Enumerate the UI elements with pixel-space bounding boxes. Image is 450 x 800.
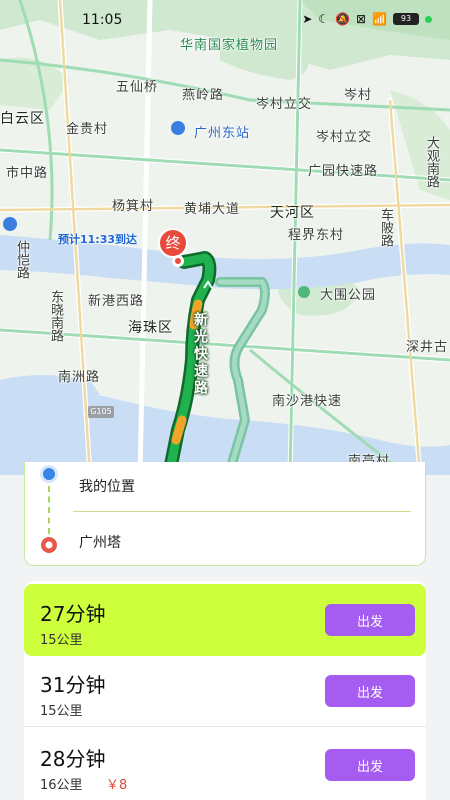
- active-dot-icon: [425, 15, 432, 23]
- map-place-label: 大围公园: [320, 288, 377, 303]
- option-duration: 28分钟: [40, 747, 106, 771]
- option-distance: 16公里: [40, 778, 83, 793]
- destination-end-marker[interactable]: 终: [158, 228, 188, 258]
- option-toll-price: ￥8: [106, 778, 128, 793]
- option-duration: 31分钟: [40, 673, 106, 697]
- origin-field[interactable]: 我的位置: [79, 476, 135, 496]
- eta-label: 预计11:33到达: [58, 233, 138, 246]
- map-place-label: 南洲路: [58, 370, 101, 385]
- route-options-list: 27分钟 15公里 出发 31分钟 15公里 出发 28分钟 16公里 ￥8 出…: [24, 581, 426, 800]
- end-marker-label: 终: [165, 234, 181, 252]
- moon-icon: ☾: [318, 12, 330, 26]
- option-distance: 15公里: [40, 633, 83, 648]
- map-place-label: 新港西路: [88, 294, 145, 309]
- origin-location-icon: [40, 465, 58, 483]
- route-input-card: 我的位置 广州塔: [24, 462, 426, 566]
- status-bar: 11:05 ➤ ☾ 🔕 ⊠ 📶 93: [0, 0, 450, 40]
- route-option-1[interactable]: 27分钟 15公里 出发: [24, 584, 426, 656]
- map-place-label: 黄埔大道: [184, 202, 241, 217]
- route-option-3[interactable]: 28分钟 16公里 ￥8 出发: [24, 729, 426, 800]
- highway-shield: G105: [90, 407, 112, 416]
- map-road-label: 大观南路: [424, 136, 439, 188]
- destination-field[interactable]: 广州塔: [79, 532, 121, 552]
- map-place-label: 杨箕村: [112, 199, 155, 214]
- map-place-label: 市中路: [6, 166, 49, 181]
- route-dashed-connector: [48, 486, 50, 534]
- map-place-label: 金贵村: [66, 122, 109, 137]
- map-place-label: 岑村立交: [256, 97, 313, 112]
- map-road-label: 仲恺路: [14, 240, 29, 279]
- status-time: 11:05: [82, 12, 123, 28]
- map-road-label: 车陂路: [378, 208, 393, 247]
- map-place-label: 白云区: [0, 111, 45, 127]
- map-place-label: 程界东村: [288, 228, 345, 243]
- route-road-label: 新光快速路: [192, 312, 208, 397]
- map-place-label: 广州东站: [194, 126, 251, 141]
- map-place-label: 岑村: [344, 88, 373, 103]
- route-option-2[interactable]: 31分钟 15公里 出发: [24, 655, 426, 727]
- map-view[interactable]: 华南国家植物园 五仙桥 燕岭路 岑村立交 岑村 白云区 金贵村 广州东站 岑村立交 广园快速路 市中…: [0, 0, 450, 475]
- map-place-label: 天河区: [270, 205, 315, 221]
- map-place-label: 燕岭路: [182, 88, 225, 103]
- option-duration: 27分钟: [40, 602, 106, 626]
- battery-icon: 93: [393, 13, 419, 25]
- map-place-label: 海珠区: [128, 320, 173, 336]
- map-place-label: 广园快速路: [308, 164, 379, 179]
- depart-button[interactable]: 出发: [325, 749, 415, 781]
- destination-dot: [172, 255, 184, 267]
- map-place-label: 南沙港快速: [272, 394, 343, 409]
- map-road-label: 东晓南路: [48, 290, 63, 342]
- depart-button[interactable]: 出发: [325, 675, 415, 707]
- location-arrow-icon: ➤: [302, 12, 313, 26]
- map-place-label: 五仙桥: [116, 80, 159, 95]
- option-distance: 15公里: [40, 704, 83, 719]
- destination-pin-icon: [41, 537, 57, 553]
- depart-button[interactable]: 出发: [325, 604, 415, 636]
- mute-icon: 🔕: [335, 12, 350, 26]
- map-place-label: 岑村立交: [316, 130, 373, 145]
- field-divider: [73, 511, 411, 512]
- map-place-label: 深井古: [406, 340, 449, 355]
- wifi-icon: 📶: [372, 12, 387, 26]
- sim-icon: ⊠: [355, 12, 367, 26]
